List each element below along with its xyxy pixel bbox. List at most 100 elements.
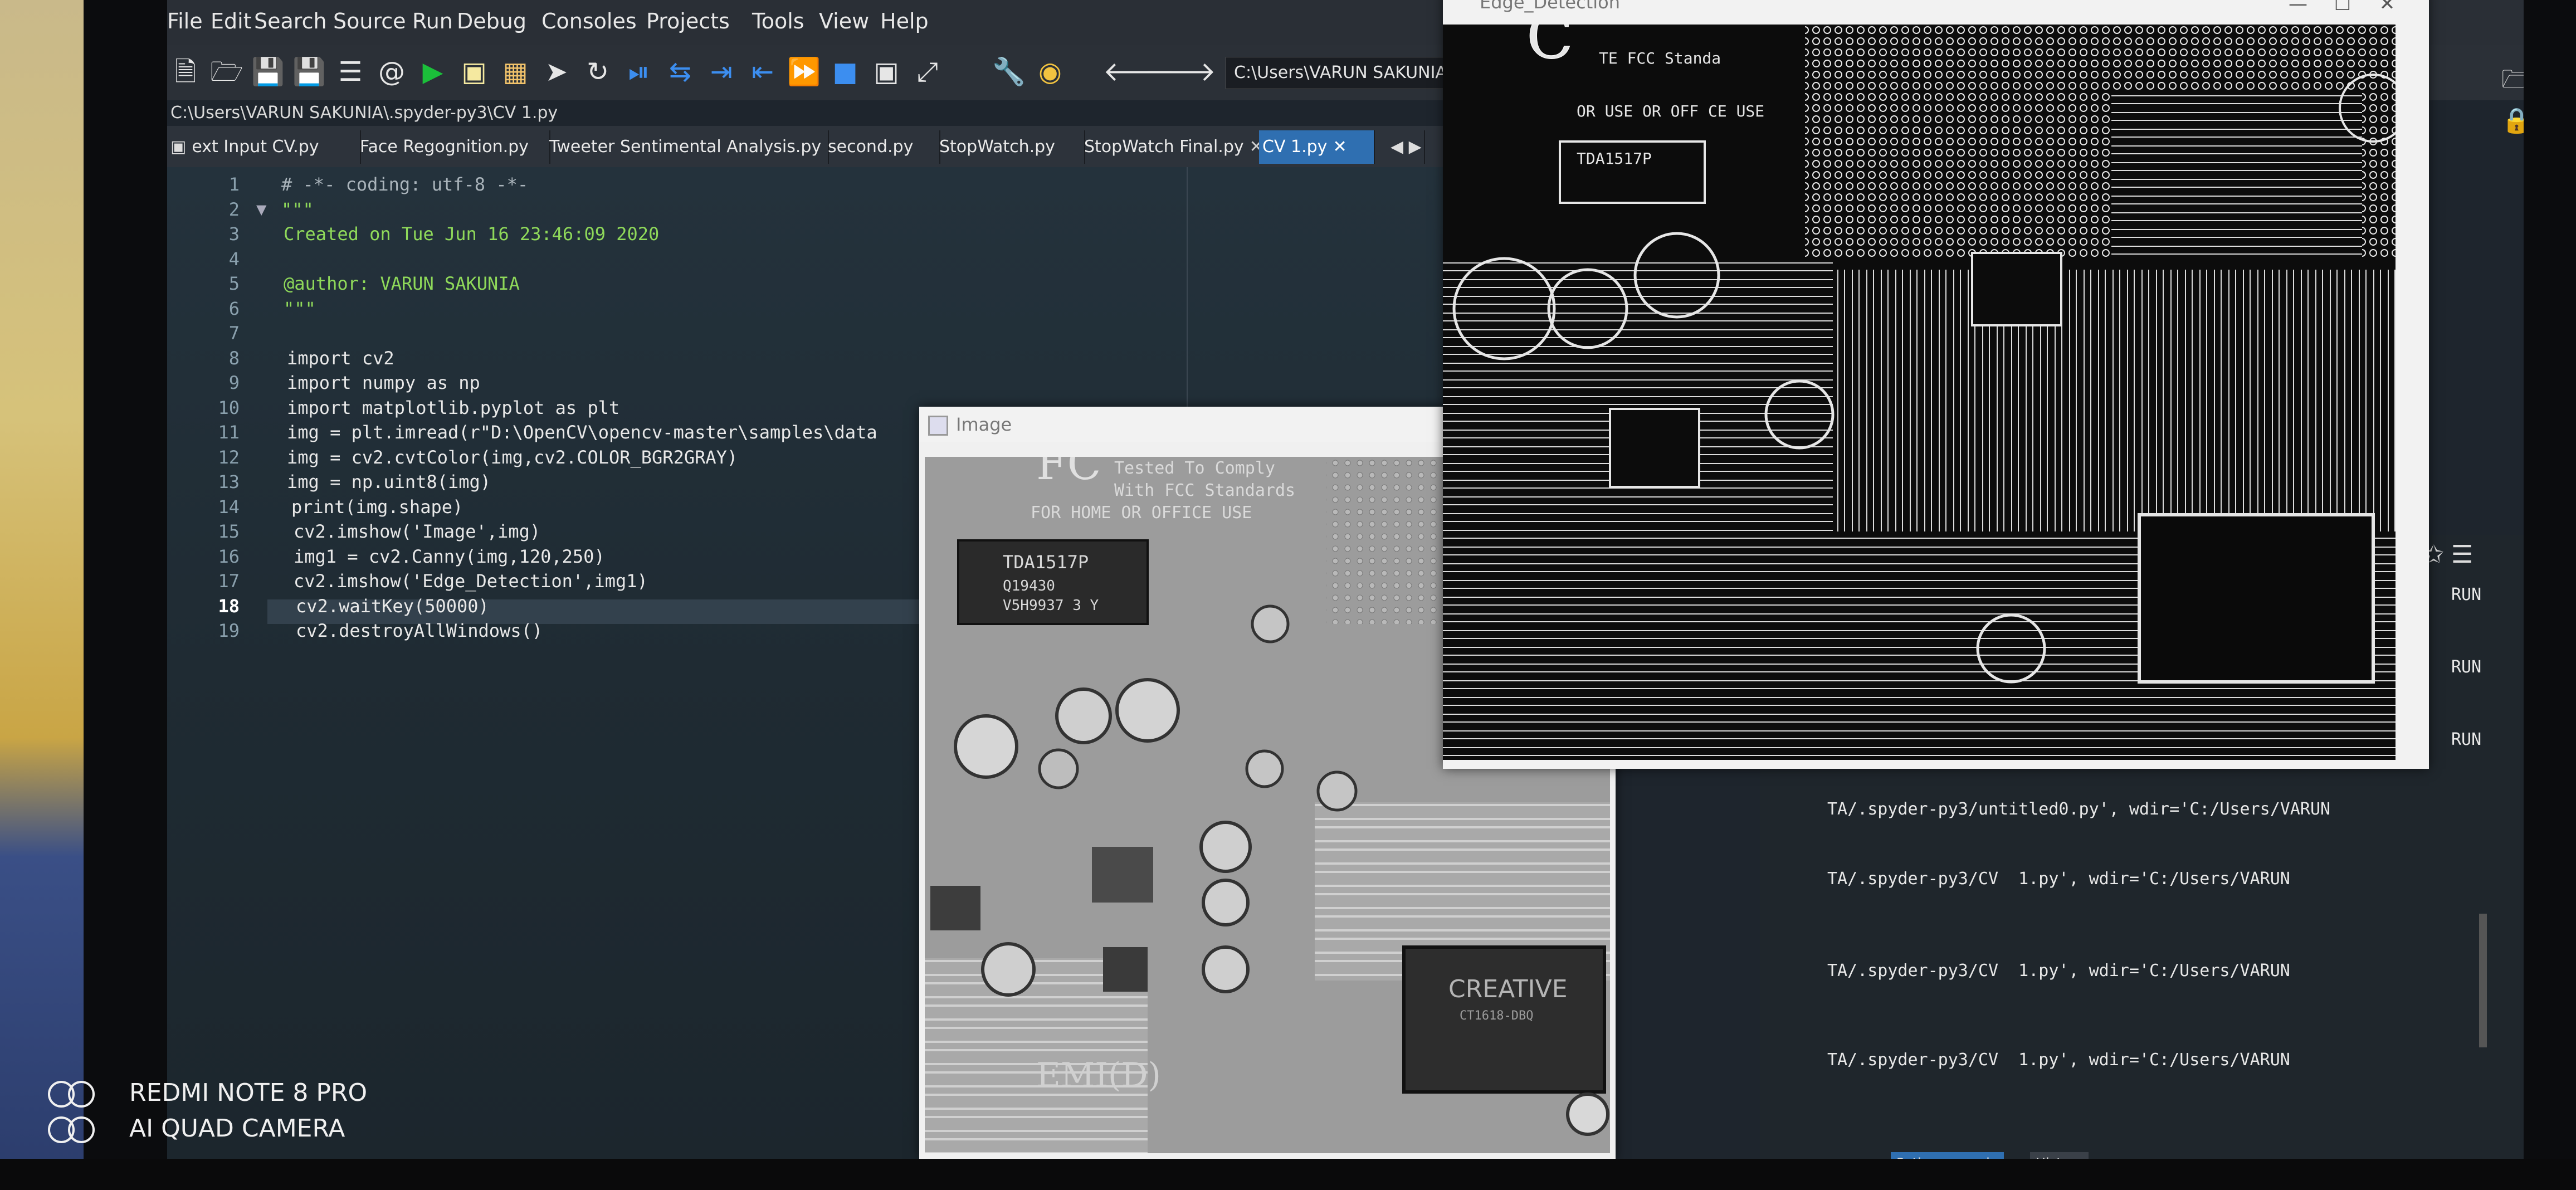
tab-cv1[interactable]: CV 1.py ✕ [1259, 130, 1375, 164]
board-label: With FCC Standards [1114, 481, 1295, 500]
run-cell-icon[interactable]: ▣ [457, 55, 491, 89]
board-label: EMI(D) [1036, 1056, 1161, 1095]
code-line: Created on Tue Jun 16 23:46:09 2020 [284, 223, 660, 245]
console-line: TA/.spyder-py3/CV 1.py', wdir='C:/Users/… [1827, 1050, 2290, 1070]
console-line: TA/.spyder-py3/CV 1.py', wdir='C:/Users/… [1827, 869, 2290, 889]
at-sign-icon[interactable]: @ [374, 55, 409, 89]
board-label: V5H9937 3 Y [1003, 597, 1099, 614]
tab-label: second.py [828, 137, 914, 157]
monitor-bezel-bottom [0, 1159, 2576, 1190]
save-all-icon[interactable]: 💾 [292, 55, 326, 89]
code-line: cv2.destroyAllWindows() [296, 620, 543, 641]
camera-watermark: REDMI NOTE 8 PRO AI QUAD CAMERA [48, 1075, 367, 1147]
run-selection-icon[interactable]: ➤ [539, 55, 574, 89]
outline-icon[interactable]: ☰ [333, 55, 368, 89]
board-label: FOR HOME OR OFFICE USE [1031, 503, 1252, 523]
edge-window-titlebar[interactable]: Edge_Detection — ☐ ✕ [1443, 0, 2429, 25]
options-menu-icon[interactable]: ☰ [2451, 540, 2473, 569]
console-text: RUN [2451, 730, 2482, 749]
edge-detection-image: C TE FCC Standa OR USE OR OFF CE USE TDA… [1443, 25, 2396, 760]
code-line: img = cv2.cvtColor(img,cv2.COLOR_BGR2GRA… [287, 446, 738, 468]
forward-icon[interactable]: 🡒 [1144, 55, 1216, 89]
code-line: cv2.imshow('Edge_Detection',img1) [294, 570, 648, 592]
code-line: img1 = cv2.Canny(img,120,250) [294, 545, 605, 567]
file-path-label: C:\Users\VARUN SAKUNIA\.spyder-py3\CV 1.… [170, 103, 558, 123]
svg-text:C: C [1526, 25, 1573, 72]
open-file-icon[interactable]: 🗁 [209, 55, 244, 89]
code-line: import numpy as np [287, 372, 480, 393]
monitor-screen: File Edit Search Source Run Debug Consoles Proj… [167, 0, 2535, 1164]
tab-face-regognition[interactable]: Face Regognition.py [357, 130, 550, 164]
menu-debug[interactable]: Debug [457, 9, 526, 33]
menu-search[interactable]: Search [254, 9, 327, 33]
code-line: cv2.waitKey(50000) [296, 595, 489, 617]
tab-tweeter-sentimental[interactable]: Tweeter Sentimental Analysis.py [546, 130, 829, 164]
board-label: TE FCC Standa [1599, 49, 1721, 67]
board-label: TDA1517P [1577, 149, 1652, 168]
board-label: Q19430 [1003, 578, 1055, 594]
back-icon[interactable]: 🡐 [1103, 55, 1175, 89]
camera-logo-icon [68, 1116, 95, 1143]
tab-stopwatch-final[interactable]: StopWatch Final.py ✕ [1081, 130, 1263, 164]
step-icon[interactable]: ⇆ [663, 55, 697, 89]
menu-tools[interactable]: Tools [752, 9, 804, 33]
watermark-line: AI QUAD CAMERA [129, 1114, 345, 1143]
console-scrollbar[interactable] [2479, 914, 2487, 1047]
camera-logo-icon [68, 1081, 95, 1108]
browse-tabs-icon[interactable]: ▣ [170, 137, 186, 157]
tab-label: ext Input CV.py [192, 137, 319, 157]
code-line: """ [281, 198, 314, 220]
tab-label: Tweeter Sentimental Analysis.py [549, 137, 822, 157]
maximize-icon[interactable]: ☐ [2323, 0, 2362, 19]
close-tab-icon[interactable]: ✕ [1333, 137, 1346, 157]
preferences-icon[interactable]: 🔧 [992, 55, 1026, 89]
tab-stopwatch[interactable]: StopWatch.py [936, 130, 1085, 164]
continue-icon[interactable]: ⏩ [787, 55, 821, 89]
monitor-bezel-left [84, 0, 178, 1190]
code-line: img = plt.imread(r"D:\OpenCV\opencv-mast… [287, 422, 877, 443]
menu-source[interactable]: Source [333, 9, 406, 33]
code-line: @author: VARUN SAKUNIA [284, 273, 520, 294]
menu-help[interactable]: Help [880, 9, 929, 33]
menu-run[interactable]: Run [412, 9, 453, 33]
code-line: img = np.uint8(img) [287, 471, 491, 492]
save-icon[interactable]: 💾 [251, 55, 285, 89]
window-icon [928, 416, 948, 436]
code-line: print(img.shape) [291, 496, 464, 518]
tab-label: StopWatch.py [939, 137, 1055, 157]
editor-tabbar: ▣ ext Input CV.py Face Regognition.py Twe… [167, 126, 1465, 167]
tab-text-input-cv[interactable]: ▣ ext Input CV.py [167, 130, 361, 164]
console-line: TA/.spyder-py3/CV 1.py', wdir='C:/Users/… [1827, 961, 2290, 981]
tab-label: StopWatch Final.py [1084, 137, 1244, 157]
step-into-icon[interactable]: ⇥ [704, 55, 739, 89]
working-directory-field[interactable]: C:\Users\VARUN SAKUNIA\.s [1226, 57, 1480, 89]
tab-scroll-arrows[interactable]: ◀ ▶ [1387, 130, 1425, 164]
debug-icon[interactable]: ⏯ [622, 55, 656, 89]
step-return-icon[interactable]: ⇤ [745, 55, 780, 89]
edge-detection-window[interactable]: Edge_Detection — ☐ ✕ C TE FCC Standa OR … [1443, 0, 2429, 769]
board-label: Tested To Comply [1114, 459, 1275, 478]
board-label: TDA1517P [1003, 552, 1089, 573]
menu-projects[interactable]: Projects [646, 9, 730, 33]
menu-edit[interactable]: Edit [211, 9, 252, 33]
menu-consoles[interactable]: Consoles [541, 9, 637, 33]
console-line: TA/.spyder-py3/untitled0.py', wdir='C:/U… [1827, 799, 2331, 819]
python-path-icon[interactable]: ◉ [1033, 55, 1067, 89]
fullscreen-icon[interactable]: ⤢ [910, 55, 945, 89]
board-label: CT1618-DBQ [1460, 1009, 1533, 1023]
close-icon[interactable]: ✕ [2368, 0, 2407, 19]
window-title: Edge_Detection [1480, 0, 1620, 13]
run-cell-advance-icon[interactable]: ▦ [498, 55, 533, 89]
menu-view[interactable]: View [819, 9, 869, 33]
menu-file[interactable]: File [167, 9, 203, 33]
code-line: """ [284, 298, 316, 319]
maximize-icon[interactable]: ▣ [869, 55, 904, 89]
re-run-icon[interactable]: ↻ [580, 55, 615, 89]
tab-label: CV 1.py [1262, 137, 1328, 157]
code-line: import matplotlib.pyplot as plt [287, 397, 620, 418]
run-icon[interactable]: ▶ [416, 55, 450, 89]
tab-second[interactable]: second.py [824, 130, 940, 164]
new-file-icon[interactable]: 🗎 [168, 55, 203, 89]
minimize-icon[interactable]: — [2279, 0, 2318, 19]
stop-icon[interactable]: ■ [828, 55, 862, 89]
